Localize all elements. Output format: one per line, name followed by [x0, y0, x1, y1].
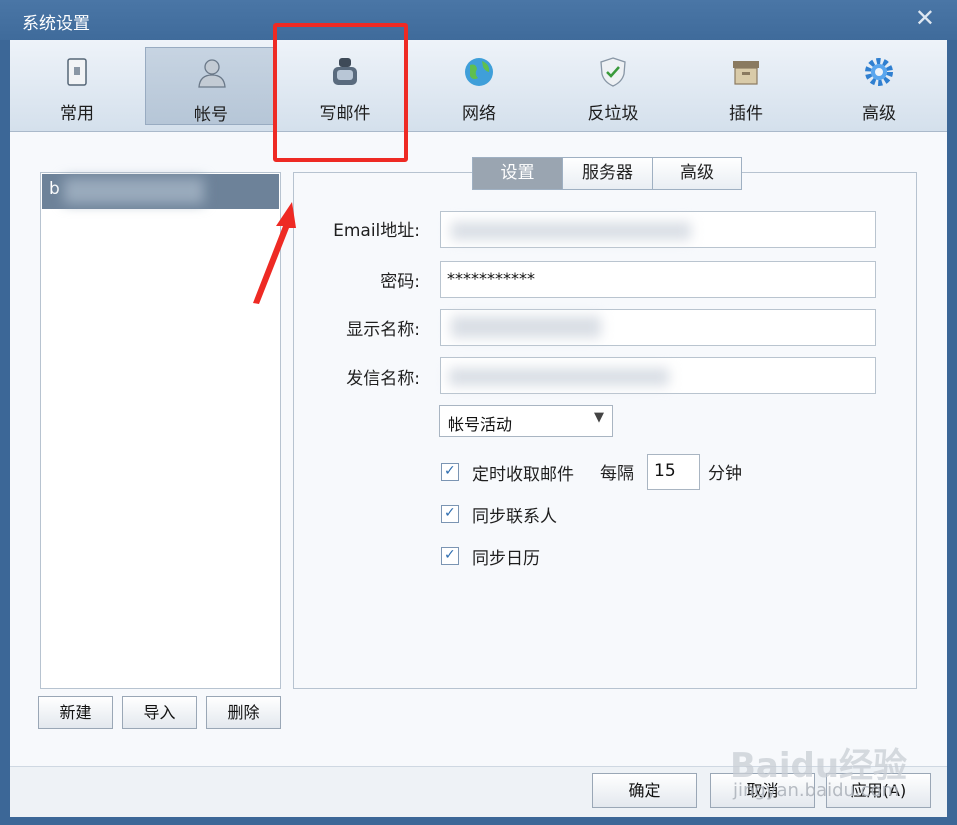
toolbar-label: 插件: [729, 104, 763, 124]
toolbar-label: 反垃圾: [587, 104, 639, 124]
account-status-select[interactable]: 帐号活动 ▼: [439, 405, 613, 437]
auto-fetch-checkbox[interactable]: ✓: [441, 463, 459, 481]
check-icon: ✓: [444, 547, 456, 563]
import-account-button[interactable]: 导入: [122, 696, 197, 729]
toolbar-item-plugins[interactable]: 插件: [680, 47, 812, 125]
auto-fetch-label: 定时收取邮件: [472, 465, 574, 485]
user-icon: [198, 59, 226, 88]
title-bar: 系统设置 ✕: [0, 0, 957, 40]
watermark-url: jingyan.baidu.com: [733, 780, 900, 801]
close-icon[interactable]: ✕: [915, 6, 935, 30]
redacted-email: [451, 222, 691, 240]
ok-button[interactable]: 确定: [592, 773, 697, 808]
check-icon: ✓: [444, 463, 456, 479]
gear-icon: [865, 58, 893, 86]
toolbar-label: 高级: [862, 104, 896, 124]
toolbar-item-antispam[interactable]: 反垃圾: [547, 47, 679, 125]
settings-toolbar: 常用 帐号 写邮件 网络 反垃圾 插件 高级: [10, 40, 947, 132]
toolbar-item-network[interactable]: 网络: [413, 47, 545, 125]
red-arrow-icon: [253, 202, 296, 304]
toolbar-item-advanced[interactable]: 高级: [813, 47, 945, 125]
box-icon: [733, 61, 759, 85]
delete-account-button[interactable]: 删除: [206, 696, 281, 729]
sync-calendar-checkbox[interactable]: ✓: [441, 547, 459, 565]
general-icon: [67, 58, 87, 86]
globe-icon: [465, 58, 493, 86]
account-list[interactable]: b: [40, 172, 281, 689]
settings-window: 系统设置 ✕ 常用 帐号 写邮件 网络 反垃圾 插件 高级 b 新建 导入 删除…: [0, 0, 957, 825]
account-status-value: 帐号活动: [448, 415, 513, 434]
toolbar-label: 网络: [462, 104, 496, 124]
redacted-account-name: [64, 178, 204, 204]
fetch-interval-input[interactable]: 15: [647, 454, 700, 490]
password-field[interactable]: ***********: [440, 261, 876, 298]
sync-contacts-checkbox[interactable]: ✓: [441, 505, 459, 523]
email-field[interactable]: [440, 211, 876, 248]
highlight-box: [273, 23, 408, 162]
tab-advanced[interactable]: 高级: [652, 157, 742, 190]
account-item-label: b: [49, 179, 60, 199]
tab-server[interactable]: 服务器: [562, 157, 653, 190]
tab-settings[interactable]: 设置: [472, 157, 563, 190]
sender-name-label: 发信名称:: [346, 369, 420, 389]
redacted-display-name: [451, 316, 601, 338]
toolbar-item-account[interactable]: 帐号: [145, 47, 277, 125]
chevron-down-icon: ▼: [594, 410, 604, 425]
display-name-label: 显示名称:: [346, 320, 420, 340]
window-client: 常用 帐号 写邮件 网络 反垃圾 插件 高级 b 新建 导入 删除 设置 服务器…: [10, 40, 947, 817]
redacted-sender-name: [449, 368, 669, 386]
shield-icon: [600, 57, 626, 87]
sender-name-field[interactable]: [440, 357, 876, 394]
toolbar-item-general[interactable]: 常用: [11, 47, 143, 125]
new-account-button[interactable]: 新建: [38, 696, 113, 729]
window-title: 系统设置: [22, 14, 90, 34]
toolbar-label: 常用: [60, 104, 94, 124]
interval-prefix-label: 每隔: [600, 464, 634, 484]
account-item[interactable]: b: [42, 174, 279, 209]
interval-unit-label: 分钟: [708, 464, 742, 484]
display-name-field[interactable]: [440, 309, 876, 346]
sync-contacts-label: 同步联系人: [472, 507, 557, 527]
check-icon: ✓: [444, 505, 456, 521]
sync-calendar-label: 同步日历: [472, 549, 540, 569]
toolbar-label: 帐号: [194, 105, 228, 125]
